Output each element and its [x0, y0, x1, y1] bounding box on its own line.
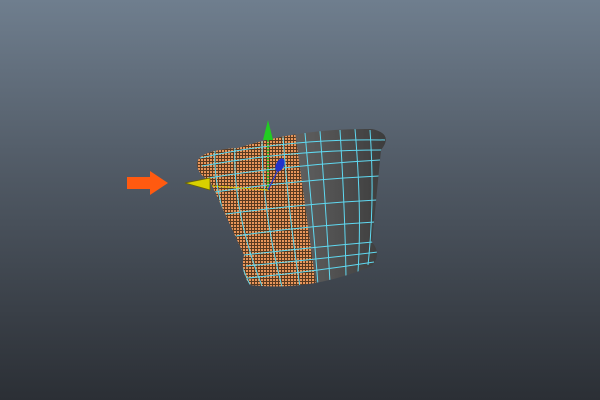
x-axis-cone-icon[interactable]: [184, 177, 211, 191]
scene: [127, 110, 386, 300]
y-axis-cone-icon[interactable]: [263, 120, 273, 140]
orange-arrow-icon: [127, 171, 168, 195]
pot-mesh[interactable]: [190, 110, 386, 300]
3d-viewport[interactable]: [0, 0, 600, 400]
